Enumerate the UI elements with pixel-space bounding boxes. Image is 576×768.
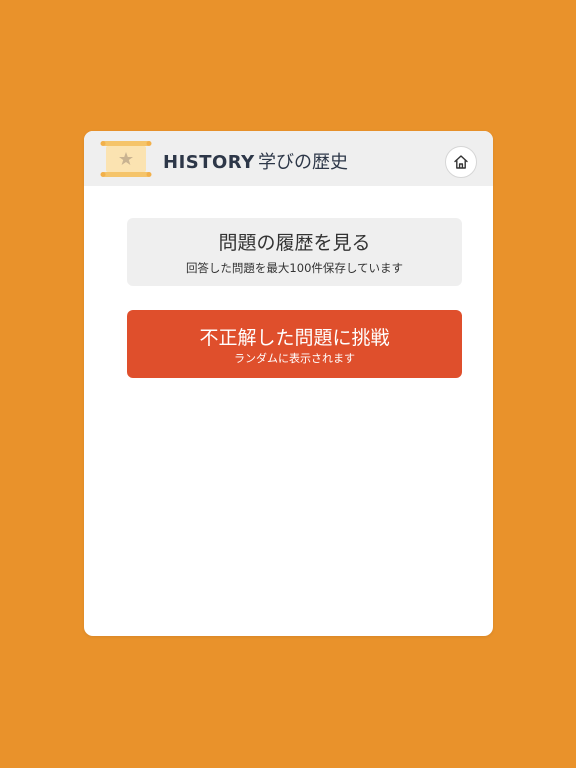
home-button[interactable] [445,146,477,178]
retry-incorrect-label: 不正解した問題に挑戦 [199,327,390,349]
view-history-sublabel: 回答した問題を最大100件保存しています [185,261,404,275]
card-header: HISTORY 学びの歴史 [84,131,493,186]
view-history-button[interactable]: 問題の履歴を見る 回答した問題を最大100件保存しています [127,218,462,286]
page-title-ja: 学びの歴史 [258,152,348,173]
page-title-en: HISTORY [163,152,255,173]
scroll-icon [100,141,152,177]
retry-incorrect-sublabel: ランダムに表示されます [234,352,355,365]
history-card: HISTORY 学びの歴史 問題の履歴を見る 回答した問題を最大100件保存して… [84,131,493,636]
view-history-label: 問題の履歴を見る [218,232,371,254]
retry-incorrect-button[interactable]: 不正解した問題に挑戦 ランダムに表示されます [127,310,462,378]
home-icon [454,155,468,169]
